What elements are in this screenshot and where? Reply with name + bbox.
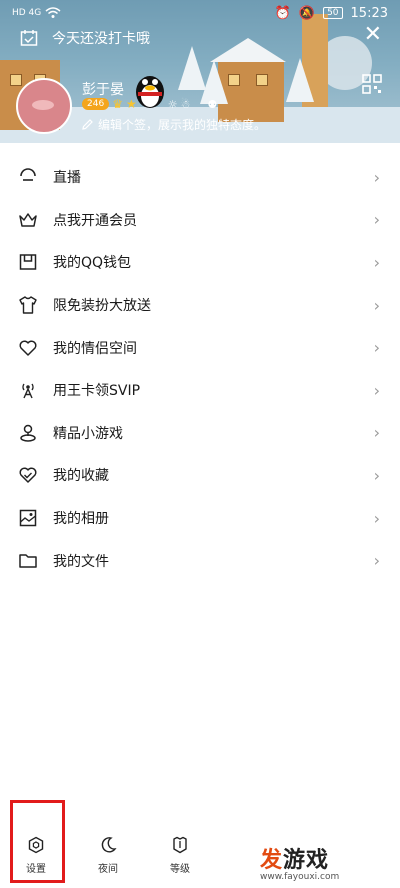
chevron-right-icon: › <box>373 252 380 272</box>
menu-item-label: 我的情侣空间 <box>53 340 137 357</box>
album-icon <box>18 508 38 528</box>
figure-badge-icon: ⚉ <box>207 97 218 111</box>
pencil-icon <box>82 119 93 130</box>
menu-item-album[interactable]: 我的相册 › <box>0 497 400 540</box>
chevron-right-icon: › <box>373 465 380 485</box>
star-badge-icon: ★ <box>125 97 137 111</box>
battery-indicator: 50 <box>323 7 343 19</box>
menu-item-vip[interactable]: 点我开通会员 › <box>0 199 400 242</box>
moon-icon <box>101 837 117 853</box>
chevron-right-icon: › <box>373 380 380 400</box>
mute-icon: 🔕 <box>298 5 316 21</box>
menu-item-mini-games[interactable]: 精品小游戏 › <box>0 412 400 455</box>
menu-item-label: 点我开通会员 <box>53 212 137 229</box>
checkin-text: 今天还没打卡哦 <box>52 31 150 47</box>
site-watermark: 发游戏 www.fayouxi.com <box>260 842 390 882</box>
snowman-badge-icon: ☃ <box>180 97 191 111</box>
highlight-annotation <box>10 800 65 883</box>
shirt-icon <box>18 295 38 315</box>
live-icon <box>18 167 38 187</box>
antenna-icon <box>18 380 38 400</box>
watermark-url: www.fayouxi.com <box>260 872 340 882</box>
crown-badge-icon: ♛ <box>112 97 123 111</box>
badge-row[interactable]: 246 ♛ ★ ☼ ☃ ⚉ <box>82 97 217 111</box>
close-icon[interactable]: ✕ <box>364 24 382 46</box>
calendar-check-icon <box>20 30 38 46</box>
menu-item-label: 我的相册 <box>53 511 109 528</box>
clock-time: 15:23 <box>350 5 388 21</box>
heart-icon <box>18 338 38 358</box>
chevron-right-icon: › <box>373 423 380 443</box>
crown-icon <box>18 210 38 230</box>
sun-badge-icon: ☼ <box>167 97 178 111</box>
menu-item-live[interactable]: 直播 › <box>0 156 400 199</box>
menu-item-label: 直播 <box>53 170 81 187</box>
signature-text: 编辑个签，展示我的独特态度。 <box>98 118 267 132</box>
chevron-right-icon: › <box>373 295 380 315</box>
wifi-icon <box>45 7 61 18</box>
signal-indicators: HD 4G <box>12 7 61 19</box>
level-label: 等级 <box>170 864 190 875</box>
chevron-right-icon: › <box>373 210 380 230</box>
menu-item-king-card[interactable]: 用王卡领SVIP › <box>0 369 400 412</box>
chevron-right-icon: › <box>373 508 380 528</box>
menu-item-wallet[interactable]: 我的QQ钱包 › <box>0 241 400 284</box>
username[interactable]: 彭于晏 <box>82 79 124 99</box>
menu-item-label: 我的QQ钱包 <box>53 255 132 272</box>
chevron-right-icon: › <box>373 338 380 358</box>
level-badge: 246 <box>82 98 110 110</box>
qr-code-icon[interactable] <box>362 74 382 94</box>
network-text: HD 4G <box>12 8 42 18</box>
menu-item-files[interactable]: 我的文件 › <box>0 539 400 582</box>
tree-decoration <box>286 58 314 102</box>
level-icon <box>173 836 187 854</box>
menu-item-label: 精品小游戏 <box>53 425 123 442</box>
menu-item-dress-up[interactable]: 限免装扮大放送 › <box>0 284 400 327</box>
alarm-icon: ⏰ <box>274 5 291 21</box>
menu-item-label: 限免装扮大放送 <box>53 298 151 315</box>
night-label: 夜间 <box>98 864 118 875</box>
menu-item-favorites[interactable]: 我的收藏 › <box>0 454 400 497</box>
menu-item-label: 我的收藏 <box>53 468 109 485</box>
menu-item-couple-space[interactable]: 我的情侣空间 › <box>0 326 400 369</box>
chevron-right-icon: › <box>373 551 380 571</box>
folder-icon <box>18 551 38 571</box>
night-mode-button[interactable]: 夜间 <box>83 836 133 875</box>
favorite-heart-icon <box>18 465 38 485</box>
level-button[interactable]: 等级 <box>155 836 205 875</box>
avatar[interactable] <box>16 78 72 134</box>
game-icon <box>18 423 38 443</box>
wallet-icon <box>18 252 38 272</box>
signature-row[interactable]: 编辑个签，展示我的独特态度。 <box>82 116 266 133</box>
chevron-right-icon: › <box>373 167 380 187</box>
menu-item-label: 用王卡领SVIP <box>53 383 141 400</box>
menu-list: 直播 › 点我开通会员 › 我的QQ钱包 › 限免装扮大放送 › 我的情侣空间 … <box>0 156 400 582</box>
menu-item-label: 我的文件 <box>53 553 109 570</box>
watermark-title-1: 发 <box>260 848 284 873</box>
status-bar: HD 4G ⏰ 🔕 50 15:23 <box>0 0 400 26</box>
checkin-banner[interactable]: 今天还没打卡哦 <box>20 28 150 48</box>
watermark-title-2: 游戏 <box>283 848 330 873</box>
